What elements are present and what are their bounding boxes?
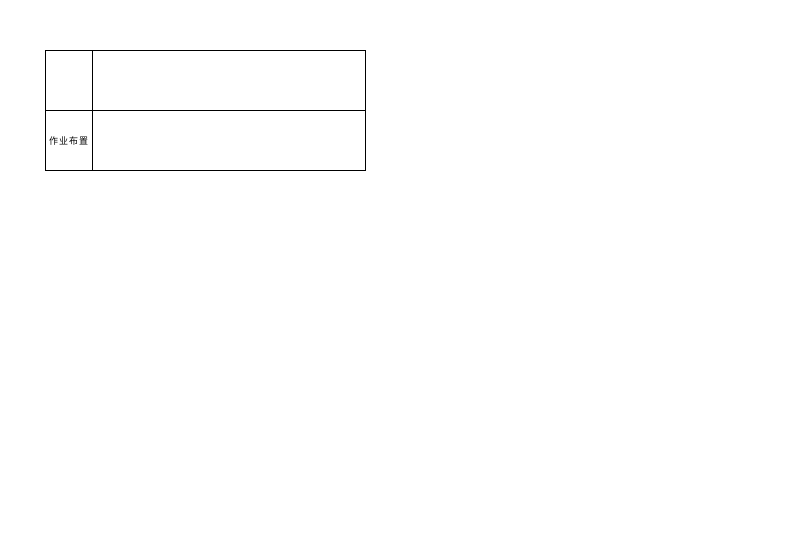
- table-cell-content: [93, 111, 366, 171]
- document-table: 作业布置: [45, 50, 366, 171]
- table-cell-label: 作业布置: [46, 111, 93, 171]
- table-cell-label: [46, 51, 93, 111]
- table-row: [46, 51, 366, 111]
- table-row: 作业布置: [46, 111, 366, 171]
- document-table-container: 作业布置: [45, 50, 366, 171]
- table-cell-content: [93, 51, 366, 111]
